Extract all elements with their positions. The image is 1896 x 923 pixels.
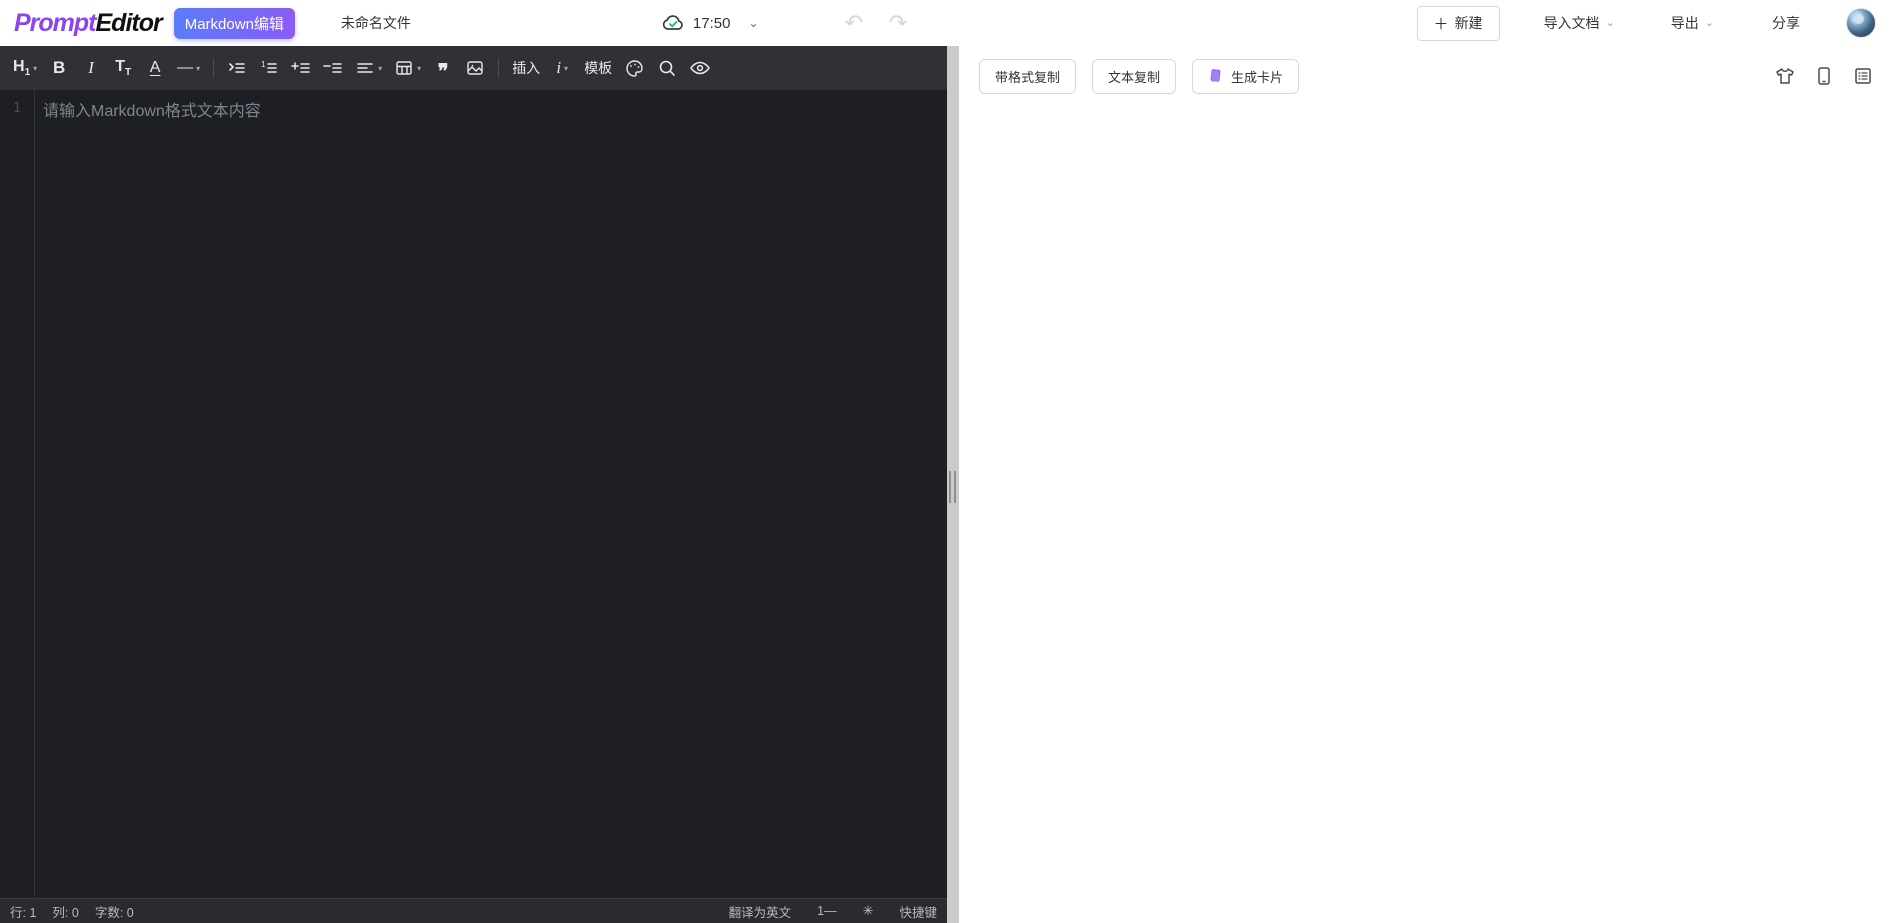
editor-pane: H1 ▾ B I TT A — ▾ 1 ▾ ▾ ❞ 插入 i ▾ 模板 1 请输…	[0, 46, 947, 923]
copy-with-format-label: 带格式复制	[995, 69, 1061, 85]
line-number-gutter: 1	[0, 90, 35, 898]
export-chevron-down-icon: ⌄	[1704, 16, 1714, 29]
copy-with-format-button[interactable]: 带格式复制	[979, 58, 1077, 94]
main-area: H1 ▾ B I TT A — ▾ 1 ▾ ▾ ❞ 插入 i ▾ 模板 1 请输…	[0, 46, 1896, 923]
italic-button[interactable]: I	[78, 53, 104, 83]
insert-button[interactable]: 插入	[509, 53, 543, 83]
font-size-control[interactable]: 1—	[817, 904, 836, 918]
share-button[interactable]: 分享	[1772, 13, 1800, 33]
translate-button[interactable]: 翻译为英文	[729, 902, 792, 921]
editor-status-bar: 行: 1 列: 0 字数: 0 翻译为英文 1— ✳ 快捷键	[0, 898, 947, 923]
image-button[interactable]	[462, 53, 488, 83]
outline-list-icon[interactable]	[1852, 65, 1874, 87]
editor-textarea[interactable]: 请输入Markdown格式文本内容	[35, 90, 947, 898]
export-label: 导出	[1670, 15, 1699, 31]
svg-text:1: 1	[261, 60, 266, 69]
mobile-preview-icon[interactable]	[1814, 65, 1834, 87]
bullet-list-button[interactable]	[224, 53, 250, 83]
card-icon	[1208, 68, 1224, 84]
export-menu[interactable]: 导出 ⌄	[1671, 13, 1714, 33]
preview-right-icons	[1774, 65, 1878, 87]
file-name[interactable]: 未命名文件	[341, 13, 411, 33]
app-logo: PromptEditor	[14, 8, 163, 38]
theme-palette-icon[interactable]	[621, 53, 648, 83]
bold-button[interactable]: B	[46, 53, 72, 83]
status-line: 行: 1	[10, 905, 37, 920]
preview-toolbar: 带格式复制 文本复制 生成卡片	[959, 54, 1896, 98]
generate-card-button[interactable]: 生成卡片	[1192, 58, 1300, 94]
heading-caret-icon: ▾	[33, 63, 38, 73]
hr-caret-icon: ▾	[196, 63, 201, 73]
toolbar-separator	[213, 58, 215, 78]
theme-tshirt-icon[interactable]	[1774, 65, 1796, 87]
save-time: 17:50	[692, 14, 731, 32]
info-dropdown-button[interactable]: i ▾	[549, 53, 575, 83]
mode-badge: Markdown编辑	[173, 7, 295, 39]
font-size-button[interactable]: TT	[110, 53, 136, 83]
cloud-saved-icon	[661, 11, 685, 35]
import-chevron-down-icon: ⌄	[1605, 16, 1615, 29]
underline-color-button[interactable]: A	[142, 53, 168, 83]
template-button[interactable]: 模板	[581, 53, 615, 83]
info-caret-icon: ▾	[564, 63, 569, 73]
align-button[interactable]: ▾	[352, 53, 385, 83]
toolbar-separator	[498, 58, 500, 78]
shortcuts-button[interactable]: 快捷键	[899, 902, 937, 921]
table-caret-icon: ▾	[417, 63, 422, 73]
plus-icon: ＋	[1433, 15, 1449, 33]
redo-button[interactable]: ↷	[889, 12, 907, 34]
blockquote-button[interactable]: ❞	[430, 53, 456, 83]
preview-eye-icon[interactable]	[686, 53, 714, 83]
editor-placeholder: 请输入Markdown格式文本内容	[43, 103, 261, 120]
generate-card-label: 生成卡片	[1231, 69, 1284, 85]
app-window: PromptEditor Markdown编辑 未命名文件 17:50 ⌄ ↶ …	[0, 0, 1896, 923]
search-icon[interactable]	[654, 53, 680, 83]
save-chevron-down-icon[interactable]: ⌄	[748, 16, 758, 30]
preview-content[interactable]	[959, 98, 1896, 923]
table-button[interactable]: ▾	[391, 53, 424, 83]
indent-increase-button[interactable]	[288, 53, 314, 83]
save-status-group[interactable]: 17:50 ⌄	[661, 11, 759, 35]
logo-editor: Editor	[95, 8, 163, 37]
copy-text-label: 文本复制	[1108, 69, 1161, 85]
editor-toolbar: H1 ▾ B I TT A — ▾ 1 ▾ ▾ ❞ 插入 i ▾ 模板	[0, 46, 947, 90]
import-label: 导入文档	[1543, 15, 1600, 31]
theme-toggle-icon[interactable]: ✳	[863, 903, 874, 919]
line-number: 1	[13, 101, 21, 116]
undo-button[interactable]: ↶	[845, 12, 863, 34]
share-label: 分享	[1772, 15, 1800, 31]
status-actions: 翻译为英文 1— ✳ 快捷键	[729, 902, 937, 921]
status-column: 列: 0	[52, 905, 79, 920]
align-caret-icon: ▾	[378, 63, 383, 73]
import-document-menu[interactable]: 导入文档 ⌄	[1544, 13, 1615, 33]
ordered-list-button[interactable]: 1	[256, 53, 282, 83]
heading-button[interactable]: H1 ▾	[10, 53, 40, 83]
user-avatar[interactable]	[1846, 8, 1876, 38]
pane-splitter[interactable]	[947, 46, 959, 923]
editor-content[interactable]: 1 请输入Markdown格式文本内容	[0, 90, 947, 898]
indent-decrease-button[interactable]	[320, 53, 346, 83]
splitter-grip-icon	[949, 471, 956, 503]
cursor-stats: 行: 1 列: 0 字数: 0	[10, 902, 134, 921]
status-word-count: 字数: 0	[94, 905, 134, 920]
new-label: 新建	[1454, 15, 1483, 31]
horizontal-rule-button[interactable]: — ▾	[174, 53, 203, 83]
new-document-button[interactable]: ＋ 新建	[1416, 5, 1500, 41]
copy-text-button[interactable]: 文本复制	[1092, 58, 1177, 94]
top-bar: PromptEditor Markdown编辑 未命名文件 17:50 ⌄ ↶ …	[0, 0, 1896, 46]
logo-prompt: Prompt	[14, 8, 96, 37]
preview-pane: 带格式复制 文本复制 生成卡片	[959, 46, 1896, 923]
